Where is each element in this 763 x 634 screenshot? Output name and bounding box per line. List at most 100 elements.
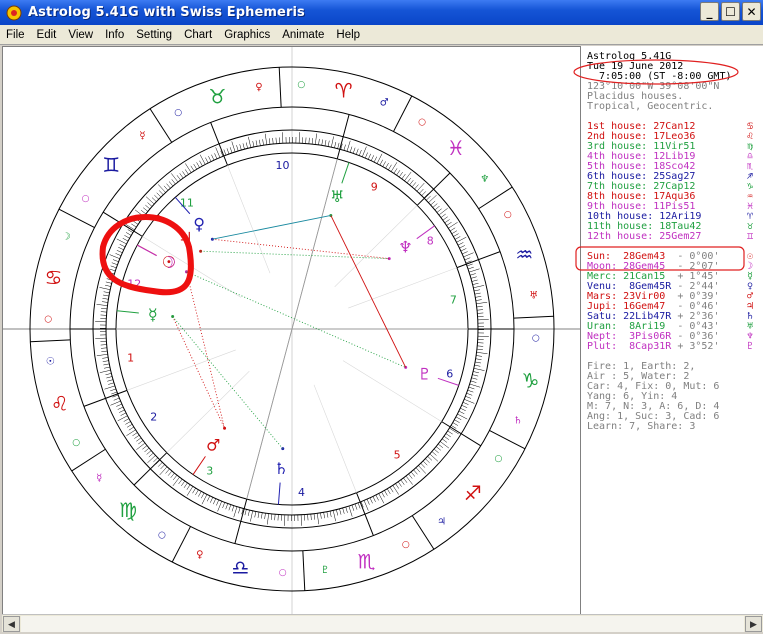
degree-tick	[472, 282, 479, 285]
degree-tick	[469, 273, 476, 276]
degree-tick	[454, 236, 461, 240]
degree-tick	[331, 136, 334, 148]
degree-tick	[343, 144, 346, 151]
degree-tick	[421, 191, 427, 196]
menu-view[interactable]: View	[62, 29, 99, 41]
scroll-track[interactable]	[21, 616, 744, 632]
sign-boundary	[489, 430, 526, 450]
menu-info[interactable]: Info	[99, 29, 130, 41]
menu-graphics[interactable]: Graphics	[218, 29, 276, 41]
aspect-line	[186, 271, 406, 368]
house-cusp-line	[456, 251, 501, 269]
degree-tick	[144, 447, 150, 453]
degree-tick	[471, 377, 478, 380]
degree-tick	[136, 442, 146, 450]
planet-position: 8Cap31R	[623, 341, 672, 352]
degree-tick	[418, 465, 427, 474]
degree-tick	[473, 368, 485, 371]
degree-tick	[248, 136, 252, 148]
menu-animate[interactable]: Animate	[276, 29, 330, 41]
degree-tick	[329, 511, 332, 517]
degree-tick	[475, 296, 482, 298]
degree-tick	[475, 358, 482, 360]
planet-declination: + 3°52'	[671, 341, 720, 352]
degree-tick	[123, 418, 130, 422]
zodiac-sign-icon: ♉	[208, 85, 226, 109]
house-label: 12th house:	[587, 231, 660, 242]
degree-tick	[474, 289, 480, 292]
menu-setting[interactable]: Setting	[130, 29, 178, 41]
degree-tick	[411, 182, 417, 188]
degree-tick	[229, 147, 233, 154]
degree-tick	[138, 440, 144, 445]
degree-tick	[477, 345, 484, 347]
degree-tick	[467, 389, 474, 393]
degree-tick	[166, 183, 171, 189]
degree-tick	[104, 385, 115, 390]
degree-tick	[476, 352, 488, 354]
degree-tick	[231, 505, 235, 512]
menu-edit[interactable]: Edit	[31, 29, 63, 41]
house-number: 10	[276, 159, 290, 172]
chart-wheel[interactable]: ♋ ☽ ○ ♌ ☉ ○ ♍ ☿ ○ ♎ ♀ ○ ♏ ♇ ○ ♐ ♃ ○ ♑ ♄ ○ ♒ ♅ ○ ♓ ♆ ○ ♈ ♂ ○ ♉ ♀ ○ ♊ ☿ ○ 1 2 3 4…	[3, 47, 581, 615]
degree-tick	[259, 139, 261, 146]
degree-tick	[147, 202, 153, 207]
sign-ruler-icon: ♃	[437, 516, 446, 527]
close-button[interactable]: ✕	[742, 2, 761, 21]
degree-tick	[136, 437, 142, 442]
degree-tick	[115, 253, 122, 256]
element-summary-text: Learn: 7, Share: 3	[587, 421, 696, 432]
minimize-button[interactable]: _	[700, 2, 719, 21]
degree-tick	[228, 504, 232, 511]
degree-tick	[193, 163, 197, 170]
menu-chart[interactable]: Chart	[178, 29, 218, 41]
degree-tick	[346, 140, 351, 152]
degree-tick	[326, 511, 329, 518]
degree-tick	[213, 498, 216, 505]
degree-tick	[264, 513, 266, 520]
degree-tick	[457, 242, 464, 246]
degree-tick	[477, 319, 489, 321]
menu-help[interactable]: Help	[330, 29, 366, 41]
degree-tick	[323, 512, 325, 519]
degree-tick	[116, 403, 122, 407]
degree-tick	[396, 170, 401, 176]
degree-tick	[438, 208, 448, 216]
degree-tick	[363, 500, 369, 511]
degree-tick	[147, 455, 156, 464]
degree-tick	[157, 184, 166, 193]
maximize-button[interactable]: ☐	[721, 2, 740, 21]
degree-tick	[445, 433, 451, 438]
house-number: 3	[206, 464, 213, 477]
degree-tick	[105, 284, 111, 287]
degree-tick	[466, 263, 473, 267]
degree-tick	[447, 430, 453, 435]
zodiac-sign-icon: ♎	[231, 555, 249, 579]
degree-tick	[216, 499, 219, 506]
degree-tick	[382, 161, 386, 167]
degree-tick	[104, 366, 110, 369]
horizontal-scrollbar[interactable]: ◀ ▶	[2, 614, 763, 632]
degree-tick	[145, 204, 151, 210]
scroll-right-button[interactable]: ▶	[745, 616, 762, 632]
degree-tick	[369, 497, 373, 504]
menu-file[interactable]: File	[0, 29, 31, 41]
degree-tick	[403, 477, 408, 483]
sign-ruler-icon: ☿	[96, 473, 102, 484]
degree-tick	[275, 137, 277, 144]
degree-tick	[413, 469, 418, 475]
house-inner-line	[348, 267, 458, 309]
scroll-left-button[interactable]: ◀	[3, 616, 20, 632]
degree-tick	[472, 374, 479, 377]
degree-tick	[171, 179, 176, 185]
degree-tick	[366, 499, 370, 505]
degree-tick	[146, 450, 152, 455]
degree-tick	[470, 276, 477, 279]
degree-tick	[410, 471, 416, 477]
zodiac-sign-icon: ♑	[522, 369, 540, 393]
degree-tick	[324, 139, 327, 146]
degree-tick	[102, 294, 109, 297]
exaltation-marker-icon: ○	[532, 333, 540, 343]
degree-tick	[179, 173, 184, 179]
degree-tick	[427, 456, 433, 461]
